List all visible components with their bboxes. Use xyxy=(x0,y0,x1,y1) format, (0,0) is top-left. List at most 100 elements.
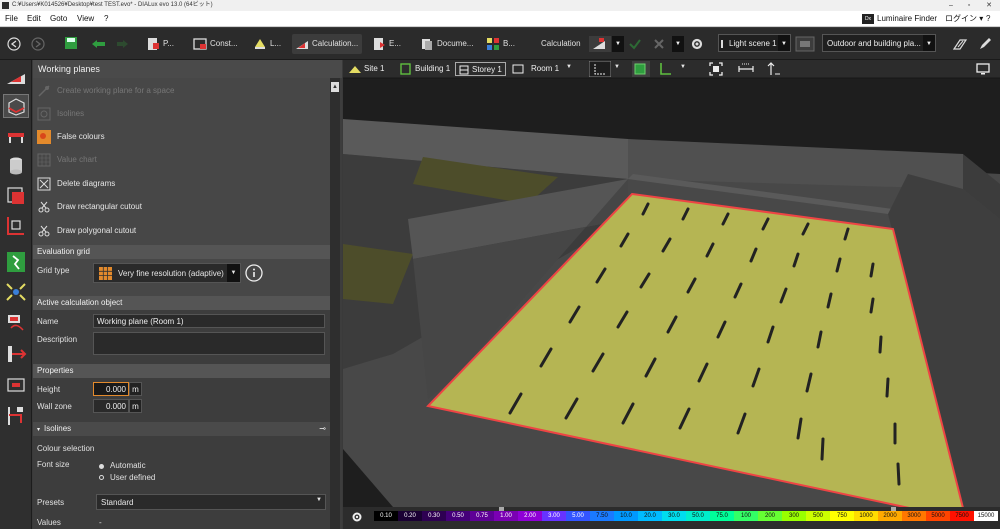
active-object-header: Active calculation object xyxy=(33,296,330,310)
presets-select[interactable]: Standard ▼ xyxy=(96,494,326,510)
pen-icon[interactable] xyxy=(978,37,992,51)
properties-panel: Working planes Create working plane for … xyxy=(33,60,342,529)
breadcrumb-room[interactable]: Room 1 xyxy=(531,62,559,76)
scale-cell: 30.0 xyxy=(662,511,686,521)
vertical-measure-icon[interactable] xyxy=(767,62,781,76)
scissors-icon xyxy=(38,225,50,237)
fullscreen-monitor-icon[interactable] xyxy=(976,63,990,75)
name-label: Name xyxy=(37,317,59,326)
tab-construction[interactable]: Const... xyxy=(193,34,238,54)
tab-calculation-label: Calculation... xyxy=(312,39,359,48)
breadcrumb-storey-label: Storey 1 xyxy=(472,65,502,74)
maximize-icon[interactable]: ▫ xyxy=(962,0,976,11)
redo-icon[interactable] xyxy=(116,37,130,49)
glare-rating-icon[interactable] xyxy=(3,312,29,336)
tab-calculation[interactable]: Calculation... xyxy=(292,34,362,54)
view-mode-select[interactable]: Outdoor and building pla... ▼ xyxy=(822,34,936,52)
cylinder-icon[interactable] xyxy=(3,154,29,178)
emergency-exit-icon[interactable] xyxy=(3,250,29,274)
scale-cell: 0.20 xyxy=(398,511,422,521)
isolines-section-header[interactable]: ▾ Isolines ⊸ xyxy=(33,422,330,436)
tab-bim[interactable]: B... xyxy=(486,34,515,54)
bim-icon xyxy=(487,37,499,50)
forward-icon[interactable] xyxy=(31,37,45,51)
panel-scrollbar[interactable]: ▲ xyxy=(330,78,340,529)
info-icon[interactable] xyxy=(245,264,263,282)
calculation-objects-icon[interactable] xyxy=(3,64,29,88)
cancel-dropdown-arrow[interactable]: ▼ xyxy=(672,36,684,52)
selection-mode-icon[interactable] xyxy=(589,61,611,77)
viewpoint-icon[interactable] xyxy=(3,280,29,304)
scale-cell: 0.30 xyxy=(422,511,446,521)
selection-dropdown-arrow-icon[interactable]: ▼ xyxy=(614,64,620,70)
name-field[interactable]: Working plane (Room 1) xyxy=(93,314,325,328)
properties-header: Properties xyxy=(33,364,330,378)
font-size-label: Font size xyxy=(37,460,70,469)
grid-type-arrow-icon: ▼ xyxy=(227,264,240,282)
horizontal-measure-icon[interactable] xyxy=(738,62,754,76)
menu-edit[interactable]: Edit xyxy=(27,11,41,27)
render-quality-icon[interactable] xyxy=(952,37,968,51)
filter-dropdown-arrow-icon[interactable]: ▼ xyxy=(680,64,686,70)
values-label: Values xyxy=(37,518,61,527)
minimize-icon[interactable]: – xyxy=(944,0,958,11)
back-icon[interactable] xyxy=(7,37,21,51)
font-user-radio[interactable] xyxy=(99,475,104,480)
scale-settings-gear-icon[interactable] xyxy=(351,511,363,523)
measurement-line-icon[interactable] xyxy=(3,342,29,366)
scale-cell: 0.75 xyxy=(470,511,494,521)
false-colours-icon xyxy=(37,130,51,144)
check-icon[interactable] xyxy=(628,37,642,51)
cutout-icon[interactable] xyxy=(3,214,29,238)
tab-light[interactable]: L... xyxy=(253,34,281,54)
fit-view-icon[interactable] xyxy=(709,62,723,76)
tab-documentation[interactable]: Docume... xyxy=(420,34,473,54)
height-input[interactable]: 0.000 xyxy=(93,382,129,396)
table-surface-icon[interactable] xyxy=(3,124,29,148)
calculation-dropdown-arrow[interactable]: ▼ xyxy=(612,36,624,52)
room-dropdown-arrow-icon[interactable]: ▼ xyxy=(566,64,572,70)
breadcrumb-site[interactable]: Site 1 xyxy=(364,62,384,76)
breadcrumb-building[interactable]: Building 1 xyxy=(415,62,450,76)
font-automatic-radio[interactable] xyxy=(99,464,104,469)
close-icon[interactable]: ✕ xyxy=(982,0,996,11)
start-calculation-icon[interactable] xyxy=(589,36,611,52)
light-scene-select[interactable]: Light scene 1 ▼ xyxy=(718,34,791,52)
luminaire-finder-button[interactable]: Dx Luminaire Finder xyxy=(862,13,937,25)
pin-icon[interactable]: ⊸ xyxy=(319,422,326,436)
grid-type-select[interactable]: Very fine resolution (adaptive) ▼ xyxy=(93,263,241,283)
evaluation-grid-header: Evaluation grid xyxy=(33,245,330,259)
scale-cell: 7.50 xyxy=(590,511,614,521)
light-scene-settings-icon[interactable] xyxy=(795,36,815,52)
scale-cell: 1000 xyxy=(854,511,878,521)
menu-file[interactable]: File xyxy=(5,11,18,27)
working-planes-tool[interactable] xyxy=(3,94,29,118)
menu-view[interactable]: View xyxy=(77,11,94,27)
gear-icon[interactable] xyxy=(690,37,704,51)
3d-viewport[interactable]: Site 1 Building 1 Storey 1 Room 1 ▼ ▼ ▼ xyxy=(343,60,1000,529)
undo-icon[interactable] xyxy=(90,37,106,49)
login-menu[interactable]: ログイン ▾ xyxy=(945,11,983,27)
tab-project[interactable]: P... xyxy=(146,34,174,54)
description-field[interactable] xyxy=(93,332,325,355)
scale-cell: 15000 xyxy=(974,511,998,521)
tab-project-label: P... xyxy=(163,39,174,48)
surface-calculation-icon[interactable] xyxy=(3,184,29,208)
scale-lower-handle-icon[interactable] xyxy=(499,507,504,511)
menu-help[interactable]: ? xyxy=(104,11,108,27)
cancel-calculation-icon[interactable] xyxy=(652,37,666,51)
ugr-observer-icon[interactable] xyxy=(3,374,29,398)
help-button[interactable]: ? xyxy=(986,11,990,27)
tab-export[interactable]: E... xyxy=(372,34,401,54)
scrollbar-up-arrow-icon[interactable]: ▲ xyxy=(331,82,339,92)
scale-cell: 0.50 xyxy=(446,511,470,521)
escape-route-icon[interactable] xyxy=(3,404,29,428)
wall-filter-icon[interactable] xyxy=(657,61,675,77)
3d-scene[interactable] xyxy=(343,79,1000,507)
menu-goto[interactable]: Goto xyxy=(50,11,67,27)
wall-zone-input[interactable]: 0.000 xyxy=(93,399,129,413)
save-icon[interactable] xyxy=(64,36,78,50)
breadcrumb-storey[interactable]: Storey 1 xyxy=(455,62,506,76)
surface-filter-icon[interactable] xyxy=(632,61,650,77)
scale-upper-handle-icon[interactable] xyxy=(891,507,896,511)
